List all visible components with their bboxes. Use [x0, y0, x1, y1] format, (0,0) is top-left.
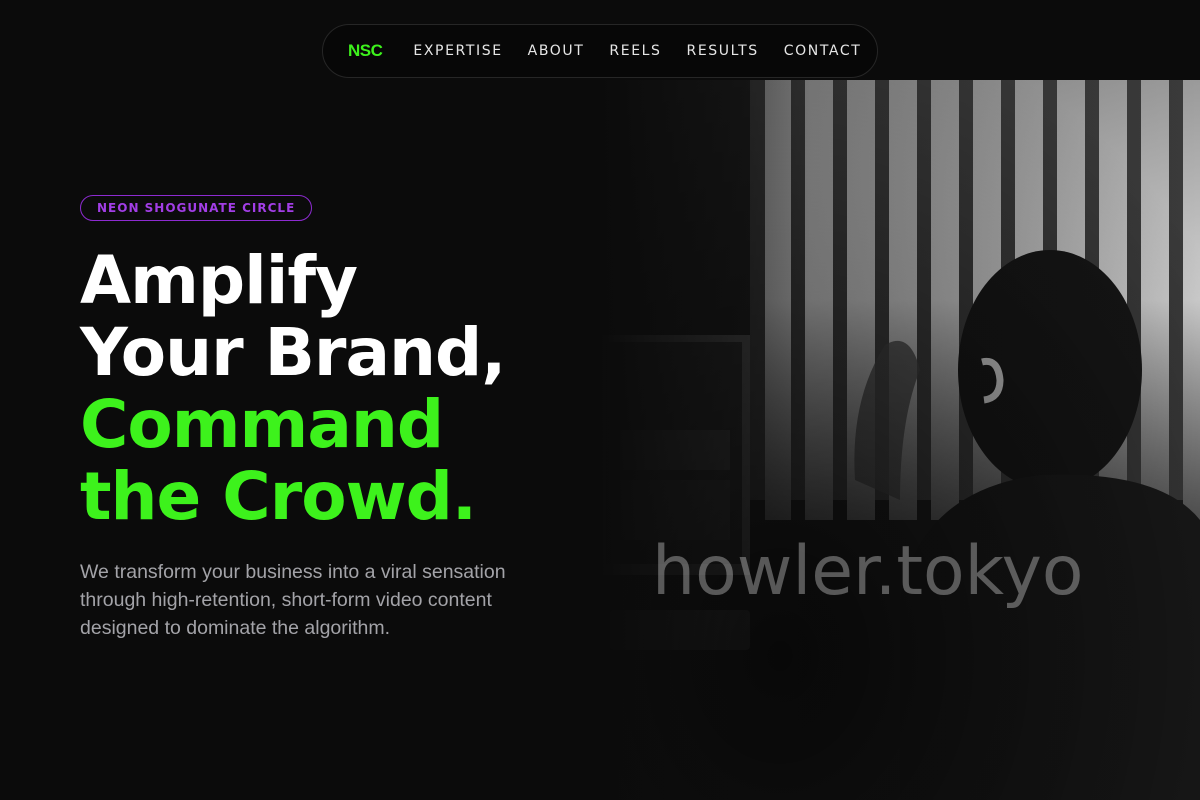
hero-subtext: We transform your business into a viral … [80, 561, 506, 639]
logo[interactable]: NSC [348, 41, 383, 61]
nav-link-about[interactable]: ABOUT [528, 43, 585, 59]
nav-link-results[interactable]: RESULTS [687, 43, 759, 59]
headline-line-1: Amplify [80, 242, 358, 319]
nav-link-contact[interactable]: CONTACT [784, 43, 862, 59]
nav-link-expertise[interactable]: EXPERTISE [413, 43, 502, 59]
nav-link-reels[interactable]: REELS [609, 43, 661, 59]
photo-watermark: howler.tokyo [652, 532, 1084, 611]
hero-photo: howler.tokyo [600, 80, 1200, 800]
headline-line-4: the Crowd. [80, 458, 477, 535]
brand-badge: NEON SHOGUNATE CIRCLE [80, 195, 313, 221]
headline-line-2: Your Brand, [80, 314, 506, 391]
hero-headline: Amplify Your Brand, Command the Crowd. [80, 245, 600, 533]
editor-at-desk-photo [600, 80, 1200, 800]
headline-line-3: Command [80, 386, 444, 463]
main-nav: NSC EXPERTISE ABOUT REELS RESULTS CONTAC… [322, 24, 878, 78]
